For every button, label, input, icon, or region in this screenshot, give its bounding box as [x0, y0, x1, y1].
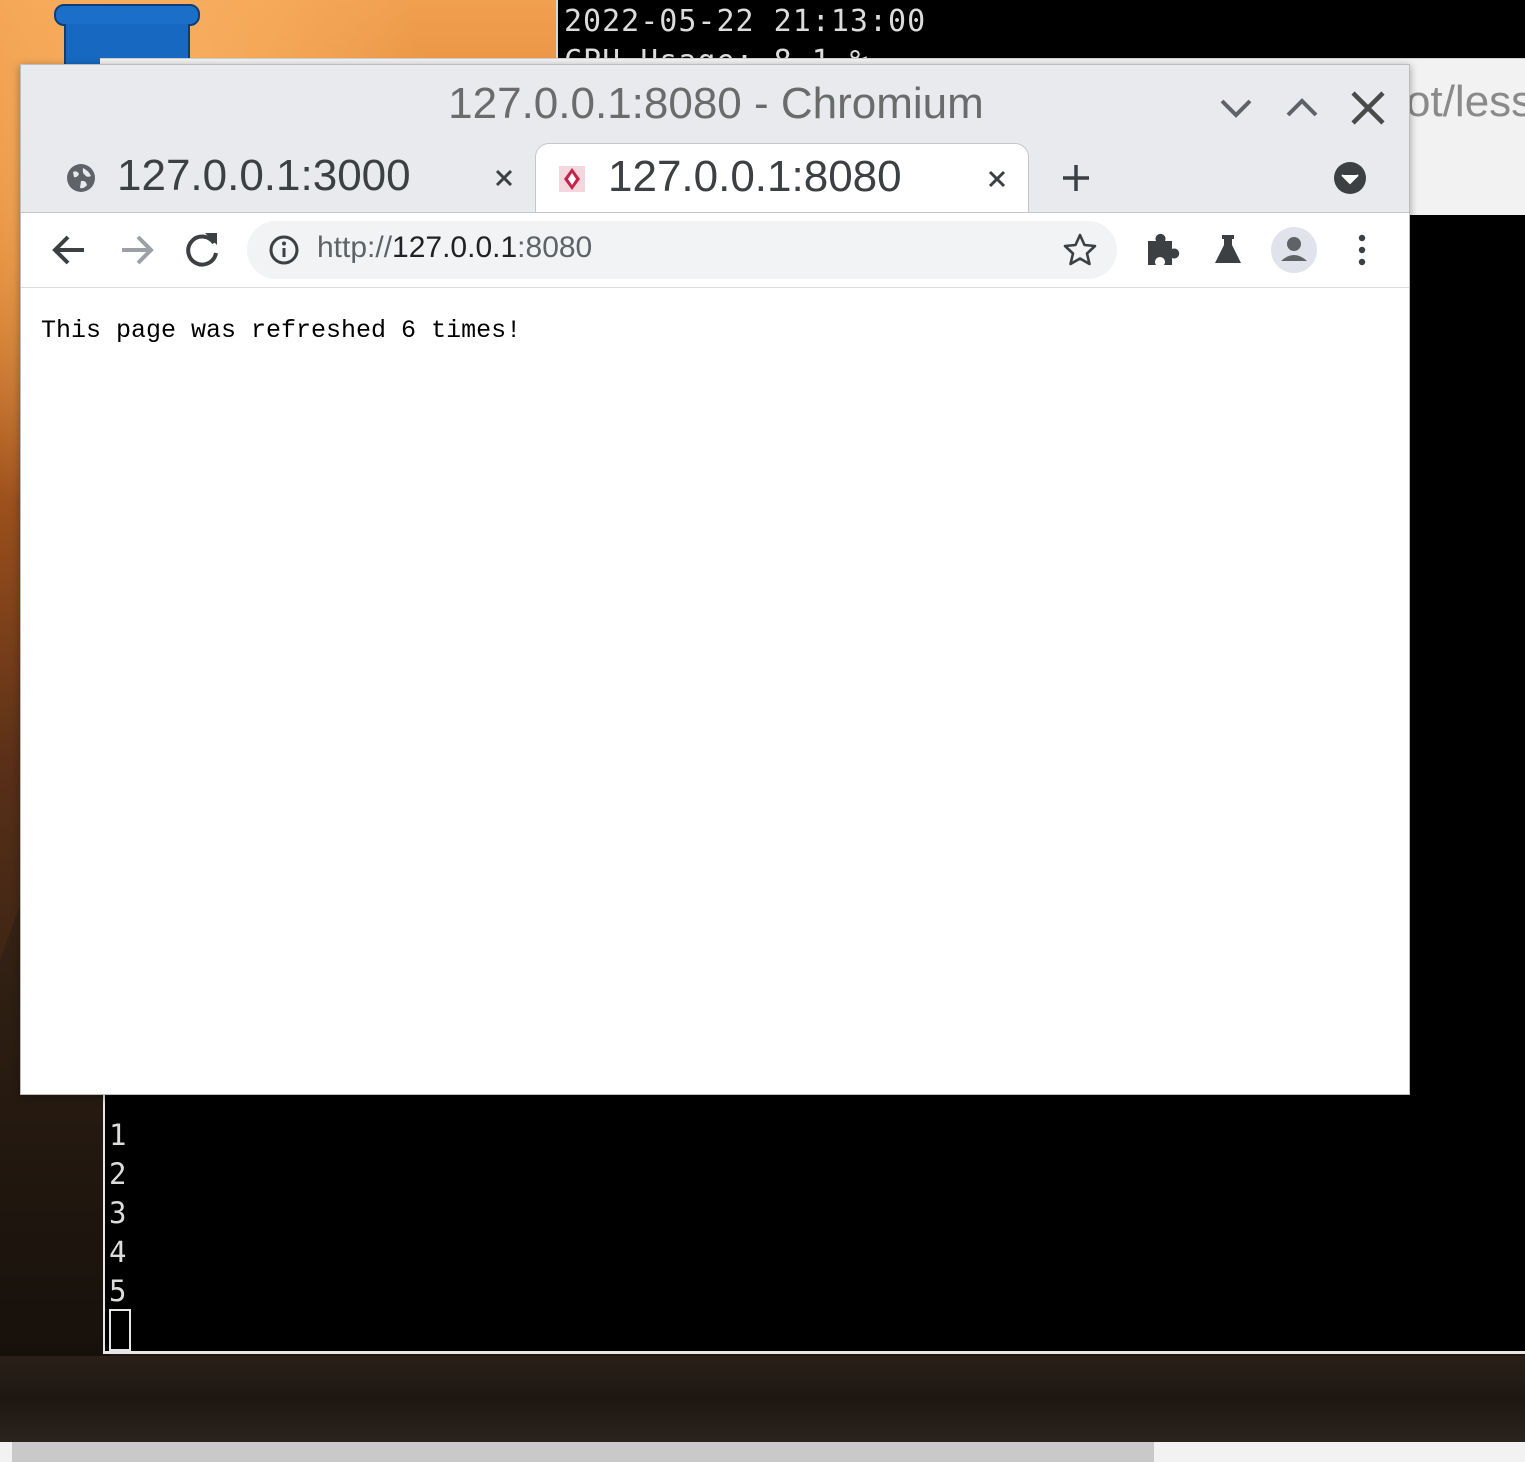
arrow-left-icon[interactable] — [47, 227, 93, 273]
url-scheme: http:// — [317, 231, 393, 264]
star-icon[interactable] — [1061, 231, 1099, 269]
profile-button[interactable] — [1271, 227, 1317, 273]
reload-icon[interactable] — [179, 227, 225, 273]
maximize-button[interactable] — [1277, 83, 1327, 133]
favicon — [559, 166, 585, 192]
arrow-right-icon[interactable] — [113, 227, 159, 273]
close-tab-icon[interactable] — [980, 162, 1014, 196]
toolbar: http://127.0.0.1:8080 — [21, 212, 1409, 288]
trash-icon[interactable] — [54, 4, 200, 64]
chevron-down-icon — [1220, 99, 1252, 118]
close-tab-icon[interactable] — [487, 161, 521, 195]
address-bar[interactable]: http://127.0.0.1:8080 — [247, 221, 1117, 279]
page-viewport[interactable]: This page was refreshed 6 times! — [21, 288, 1409, 1094]
terminal-line: 2022-05-22 21:13:00 — [564, 4, 927, 39]
flask-icon[interactable] — [1205, 227, 1251, 273]
url-port: :8080 — [517, 231, 593, 264]
terminal-line: 5 — [109, 1274, 127, 1308]
info-icon[interactable] — [267, 233, 301, 267]
tab-127-0-0-1-3000[interactable]: 127.0.0.1:3000 — [45, 143, 535, 213]
chromium-window: 127.0.0.1:8080 - Chromium 127.0.0.1:3000 — [20, 64, 1410, 1095]
chevron-up-icon — [1286, 98, 1318, 117]
terminal-line: 2 — [109, 1157, 127, 1191]
taskbar — [0, 1442, 1525, 1462]
globe-icon — [67, 164, 95, 192]
terminal-cursor — [109, 1309, 131, 1351]
tab-label: 127.0.0.1:8080 — [608, 152, 902, 201]
trash-lid — [54, 4, 200, 26]
tab-search-icon[interactable] — [1331, 159, 1369, 197]
close-icon — [1351, 91, 1385, 125]
tab-label: 127.0.0.1:3000 — [117, 151, 411, 200]
close-window-button[interactable] — [1343, 83, 1393, 133]
url-host: 127.0.0.1 — [392, 231, 518, 264]
terminal-line: 3 — [109, 1196, 127, 1230]
tab-strip: 127.0.0.1:3000 127.0.0.1:8080 — [21, 143, 1409, 213]
wallpaper-ground — [0, 1356, 1525, 1442]
window-title: 127.0.0.1:8080 - Chromium — [448, 79, 984, 128]
title-bar[interactable]: 127.0.0.1:8080 - Chromium — [21, 65, 1409, 145]
kebab-menu-icon[interactable] — [1339, 227, 1385, 273]
taskbar-scroll-thumb[interactable] — [12, 1442, 1154, 1462]
puzzle-icon[interactable] — [1139, 227, 1185, 273]
tab-127-0-0-1-8080[interactable]: 127.0.0.1:8080 — [535, 143, 1029, 213]
terminal-line: 1 — [109, 1118, 127, 1152]
page-body-text: This page was refreshed 6 times! — [41, 316, 522, 345]
person-icon — [1281, 237, 1307, 261]
terminal-output: 1 2 3 4 5 — [109, 1116, 126, 1311]
terminal-window-top[interactable]: 2022-05-22 21:13:00 CPU Usage: 8.1 % — [556, 0, 1525, 60]
terminal-line: 4 — [109, 1235, 127, 1269]
minimize-button[interactable] — [1211, 83, 1261, 133]
background-window-title: ot/less — [1406, 77, 1525, 126]
url-text: http://127.0.0.1:8080 — [317, 231, 592, 265]
new-tab-icon[interactable] — [1053, 155, 1099, 201]
